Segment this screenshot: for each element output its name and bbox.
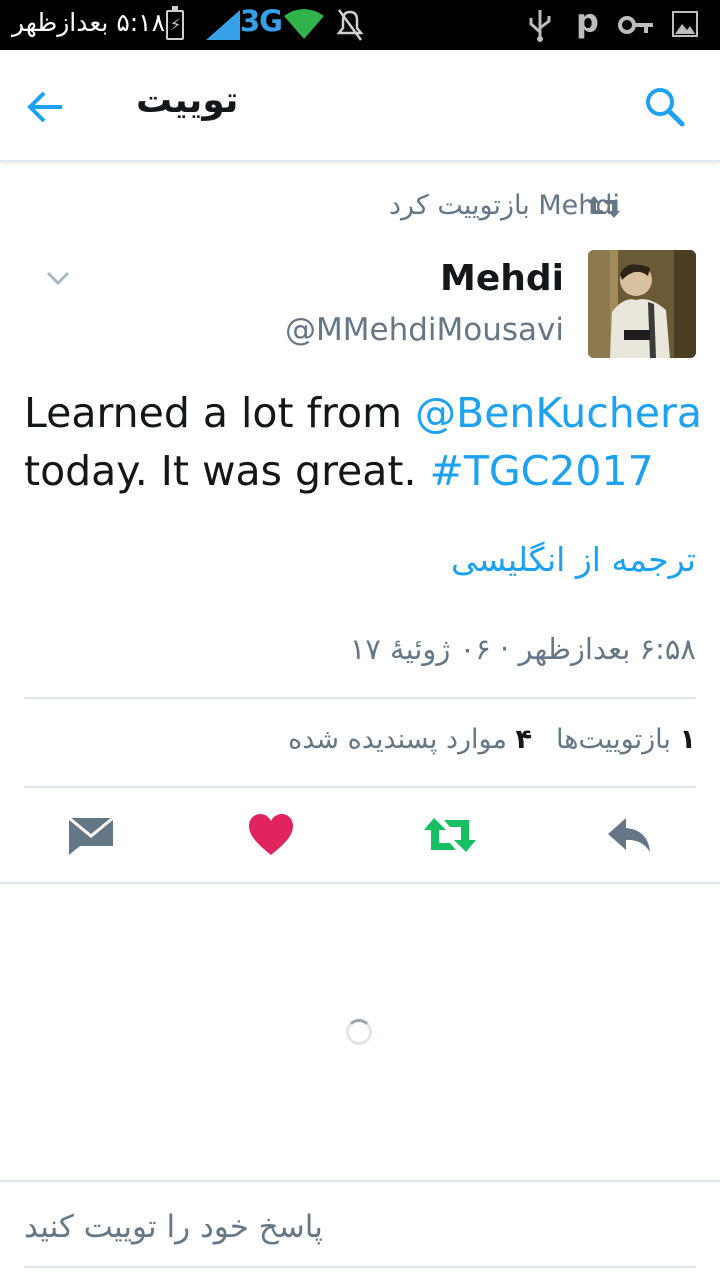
like-label: موارد پسندیده شده	[288, 724, 507, 755]
translate-link[interactable]: ترجمه از انگلیسی	[451, 540, 696, 579]
arrow-left-icon	[27, 91, 62, 123]
image-icon	[672, 11, 698, 37]
avatar-image	[588, 250, 696, 358]
retweets-stat[interactable]: ۱ بازتوییت‌ها	[556, 724, 696, 755]
like-count: ۴	[515, 724, 533, 755]
retweeted-by-label[interactable]: Mehdi بازتوییت کرد	[389, 190, 620, 221]
retweet-button[interactable]	[422, 810, 478, 860]
battery-charging-icon: ⚡	[166, 6, 184, 40]
retweet-icon	[424, 818, 476, 852]
wifi-icon	[284, 9, 324, 39]
envelope-icon	[68, 816, 114, 855]
divider	[0, 882, 720, 884]
hashtag-link[interactable]: #TGC2017	[430, 447, 654, 495]
tweet-text-part: today. It was great.	[24, 447, 430, 495]
loading-spinner	[346, 1019, 372, 1045]
tweet-timestamp: ۶:۵۸ بعدازظهر · ۰۶ ژوئیهٔ ۱۷	[349, 632, 696, 666]
mention-link[interactable]: @BenKuchera	[415, 389, 702, 437]
usb-icon	[529, 10, 551, 42]
heart-icon	[249, 814, 293, 855]
signal-icon	[206, 10, 240, 40]
search-icon	[646, 88, 685, 127]
divider	[24, 697, 696, 699]
reply-input[interactable]	[24, 1188, 696, 1268]
direct-message-button[interactable]	[66, 810, 116, 860]
author-name[interactable]: Mehdi	[440, 258, 564, 299]
likes-stat[interactable]: ۴ موارد پسندیده شده	[288, 724, 532, 755]
divider	[24, 786, 696, 788]
page-title: توییت	[136, 80, 239, 121]
reply-button[interactable]	[604, 810, 654, 860]
mute-icon	[336, 9, 364, 41]
tweet-text-part: Learned a lot from	[24, 389, 416, 437]
reply-icon	[608, 818, 650, 852]
status-time: ۵:۱۸ بعدازظهر	[12, 8, 166, 37]
divider	[0, 1180, 720, 1182]
author-handle[interactable]: @MMehdiMousavi	[285, 312, 564, 348]
tweet-stats: ۱ بازتوییت‌ها ۴ موارد پسندیده شده	[288, 724, 696, 755]
search-button[interactable]	[642, 84, 686, 128]
retweet-count: ۱	[679, 724, 696, 755]
key-icon	[618, 16, 653, 34]
network-type: 3G	[240, 4, 283, 38]
p-icon: p	[576, 2, 599, 40]
avatar[interactable]	[588, 250, 696, 358]
retweet-label: بازتوییت‌ها	[556, 724, 671, 755]
tweet-text: Learned a lot from @BenKuchera today. It…	[24, 384, 704, 500]
back-button[interactable]	[22, 84, 68, 130]
app-bar: توییت	[0, 50, 720, 162]
status-bar: ۵:۱۸ بعدازظهر ⚡ 3G p	[0, 0, 720, 50]
like-button[interactable]	[246, 810, 296, 860]
chevron-down-icon[interactable]	[44, 268, 72, 288]
